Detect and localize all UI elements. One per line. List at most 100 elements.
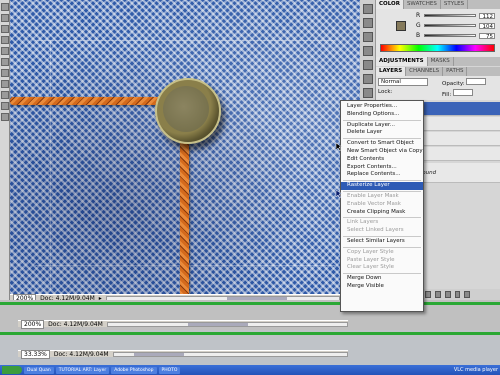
window-accent-strip — [0, 332, 500, 335]
menu-separator — [343, 180, 421, 182]
tab-paths[interactable]: PATHS — [443, 67, 468, 76]
red-value[interactable]: 112 — [479, 12, 495, 20]
text-tool-icon[interactable] — [1, 80, 9, 88]
menu-item-new-smart-object-via-copy[interactable]: New Smart Object via Copy — [341, 148, 423, 156]
trash-icon[interactable] — [464, 291, 471, 298]
new-layer-icon[interactable] — [454, 291, 461, 298]
taskbar-item[interactable]: Adobe Photoshop — [111, 366, 157, 374]
blend-mode-select[interactable]: Normal — [378, 78, 428, 86]
eraser-tool-icon[interactable] — [1, 58, 9, 66]
menu-item-replace-contents[interactable]: Replace Contents... — [341, 171, 423, 179]
doc-size: Doc: 4.12M/9.04M — [48, 320, 103, 328]
fill-control: Fill: — [442, 89, 473, 98]
horizontal-scrollbar[interactable] — [106, 321, 348, 327]
lock-row: Lock: — [378, 89, 393, 95]
navigator-icon[interactable] — [363, 32, 373, 42]
menu-item-edit-contents[interactable]: Edit Contents — [341, 156, 423, 164]
color-panel-tabs: COLOR SWATCHES STYLES — [376, 0, 500, 9]
window-accent-strip — [0, 302, 500, 305]
tab-layers[interactable]: LAYERS — [376, 67, 407, 76]
add-mask-icon[interactable] — [425, 291, 432, 298]
marquee-tool-icon[interactable] — [1, 14, 9, 22]
green-slider[interactable] — [424, 24, 476, 27]
blue-slider-row: B 75 — [416, 32, 495, 40]
horizontal-scrollbar[interactable] — [112, 351, 348, 357]
stitch-seam-vertical — [180, 130, 189, 300]
lasso-tool-icon[interactable] — [1, 25, 9, 33]
menu-item-merge-visible[interactable]: Merge Visible — [341, 283, 423, 291]
zoom-level[interactable]: 33.33% — [21, 349, 50, 359]
layers-options: Normal Opacity: Lock: Fill: — [376, 76, 500, 100]
menu-separator — [343, 235, 421, 237]
menu-item-create-clipping-mask[interactable]: Create Clipping Mask — [341, 209, 423, 217]
actions-icon[interactable] — [363, 18, 373, 28]
menu-item-delete-layer[interactable]: Delete Layer — [341, 129, 423, 137]
fill-field[interactable] — [452, 89, 473, 96]
menu-item-blending-options[interactable]: Blending Options... — [341, 111, 423, 119]
background-status-bar: 200% Doc: 4.12M/9.04M — [18, 319, 348, 329]
rivet-button-image — [155, 78, 221, 144]
crop-tool-icon[interactable] — [1, 36, 9, 44]
blue-slider[interactable] — [424, 34, 476, 37]
new-group-icon[interactable] — [444, 291, 451, 298]
menu-item-enable-vector-mask: Enable Vector Mask — [347, 200, 401, 207]
menu-separator — [343, 246, 421, 248]
move-tool-icon[interactable] — [1, 3, 9, 11]
tab-adjustments[interactable]: ADJUSTMENTS — [376, 57, 428, 66]
color-spectrum-bar[interactable] — [380, 44, 495, 52]
tab-color[interactable]: COLOR — [376, 0, 404, 9]
document-canvas[interactable] — [10, 0, 360, 300]
red-slider-row: R 112 — [416, 12, 495, 20]
brushes-icon[interactable] — [363, 74, 373, 84]
tab-styles[interactable]: STYLES — [441, 0, 469, 9]
menu-separator — [343, 119, 421, 121]
tab-swatches[interactable]: SWATCHES — [404, 0, 441, 9]
taskbar-item[interactable]: Dual Quan — [24, 366, 54, 374]
taskbar-item[interactable]: PHOTO — [158, 366, 181, 374]
character-icon[interactable] — [363, 46, 373, 56]
menu-item-convert-to-smart-object[interactable]: Convert to Smart Object — [341, 140, 423, 148]
adjustments-panel-tabs: ADJUSTMENTS MASKS — [376, 57, 500, 66]
menu-separator — [343, 217, 421, 219]
menu-separator — [343, 273, 421, 275]
menu-item-export-contents[interactable]: Export Contents... — [341, 164, 423, 172]
menu-separator — [343, 190, 421, 192]
background-status-bar-2: 33.33% Doc: 4.12M/9.04M — [18, 349, 348, 359]
opacity-control: Opacity: — [442, 78, 487, 87]
layers-panel-tabs: LAYERS CHANNELS PATHS — [376, 67, 500, 76]
menu-item-layer-properties[interactable]: Layer Properties... — [341, 103, 423, 111]
tab-channels[interactable]: CHANNELS — [406, 67, 444, 76]
red-slider[interactable] — [424, 14, 476, 17]
blue-value[interactable]: 75 — [479, 32, 495, 40]
menu-item-select-similar-layers[interactable]: Select Similar Layers — [341, 238, 423, 246]
pen-tool-icon[interactable] — [1, 91, 9, 99]
menu-item-rasterize-layer[interactable]: Rasterize Layer — [341, 182, 423, 190]
brush-tool-icon[interactable] — [1, 47, 9, 55]
menu-item-merge-down[interactable]: Merge Down — [341, 275, 423, 283]
adjustment-layer-icon[interactable] — [435, 291, 441, 298]
opacity-field[interactable] — [466, 78, 487, 85]
foreground-color-swatch[interactable] — [396, 21, 406, 31]
tray-label: VLC media player — [453, 367, 498, 373]
tool-presets-icon[interactable] — [363, 88, 373, 98]
windows-taskbar: Dual Quan TUTORIAL ART: Layer Adobe Phot… — [0, 365, 500, 375]
layer-context-menu: Layer Properties... Blending Options... Du… — [340, 100, 424, 312]
menu-item-enable-layer-mask: Enable Layer Mask — [347, 192, 399, 199]
paragraph-icon[interactable] — [363, 60, 373, 70]
menu-item-paste-layer-style: Paste Layer Style — [347, 256, 395, 263]
start-button[interactable] — [2, 366, 22, 374]
tools-panel — [0, 0, 10, 300]
zoom-level[interactable]: 200% — [21, 319, 45, 329]
menu-item-select-linked-layers: Select Linked Layers — [347, 227, 404, 234]
green-value[interactable]: 104 — [479, 22, 495, 30]
taskbar-item[interactable]: TUTORIAL ART: Layer — [55, 366, 110, 374]
menu-separator — [343, 138, 421, 140]
hand-tool-icon[interactable] — [1, 102, 9, 110]
history-icon[interactable] — [363, 4, 373, 14]
tab-masks[interactable]: MASKS — [428, 57, 454, 66]
color-panel: R 112 G 104 B 75 — [376, 9, 500, 57]
menu-item-duplicate-layer[interactable]: Duplicate Layer... — [341, 122, 423, 130]
zoom-tool-icon[interactable] — [1, 113, 9, 121]
green-slider-row: G 104 — [416, 22, 495, 30]
gradient-tool-icon[interactable] — [1, 69, 9, 77]
